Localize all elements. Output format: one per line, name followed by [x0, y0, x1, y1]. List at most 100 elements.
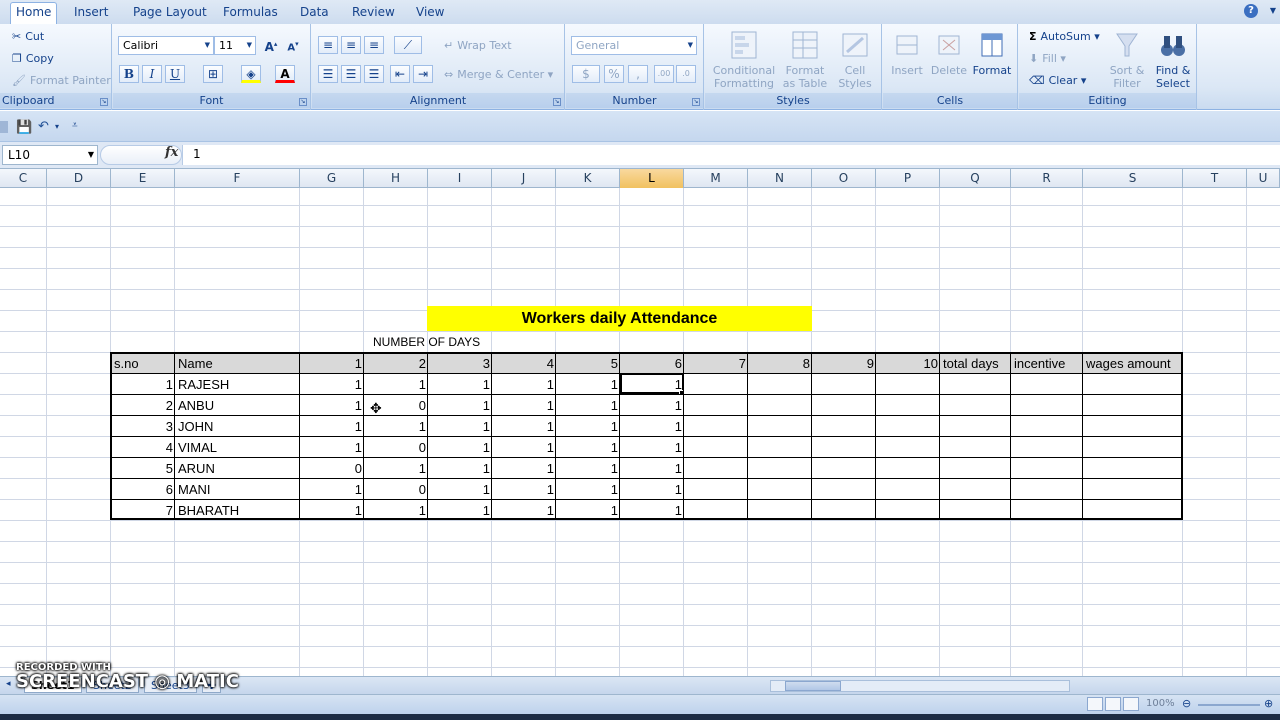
table-cell-name[interactable]: MANI	[175, 479, 300, 500]
table-cell-day[interactable]: 1	[620, 416, 684, 437]
column-header-s[interactable]: S	[1083, 169, 1183, 188]
font-name-combo[interactable]: Calibri ▼	[118, 36, 214, 55]
table-cell-day[interactable]: 0	[364, 479, 428, 500]
merge-center-button[interactable]: ⇔ Merge & Center ▾	[444, 68, 553, 82]
table-cell-day[interactable]: 1	[492, 479, 556, 500]
table-cell-day[interactable]: 1	[556, 479, 620, 500]
shrink-font-button[interactable]: A▾	[283, 36, 303, 54]
table-header-cell[interactable]: total days	[940, 353, 1011, 374]
alignment-launcher-icon[interactable]: ↘	[553, 98, 561, 106]
table-cell-name[interactable]: ARUN	[175, 458, 300, 479]
align-middle-icon[interactable]: ≡	[341, 36, 361, 54]
table-header-cell[interactable]: Name	[175, 353, 300, 374]
table-cell-day[interactable]: 1	[556, 458, 620, 479]
borders-icon[interactable]: ⊞	[203, 65, 223, 83]
table-cell-name[interactable]: JOHN	[175, 416, 300, 437]
table-header-cell[interactable]: 4	[492, 353, 556, 374]
table-cell-day[interactable]: 1	[428, 395, 492, 416]
table-cell-sno[interactable]: 6	[111, 479, 175, 500]
table-cell-day[interactable]: 1	[620, 458, 684, 479]
help-icon[interactable]: ?	[1244, 4, 1258, 18]
tab-data[interactable]: Data	[300, 4, 329, 24]
table-cell-day[interactable]: 1	[300, 479, 364, 500]
table-cell-day[interactable]: 1	[364, 458, 428, 479]
column-header-r[interactable]: R	[1011, 169, 1083, 188]
table-cell-day[interactable]: 1	[428, 437, 492, 458]
underline-button[interactable]: U	[165, 65, 185, 83]
tab-formulas[interactable]: Formulas	[223, 4, 278, 24]
ribbon-minimize-icon[interactable]: ▼	[1270, 6, 1276, 15]
font-launcher-icon[interactable]: ↘	[299, 98, 307, 106]
percent-button[interactable]: %	[604, 65, 624, 83]
table-cell-day[interactable]: 1	[620, 479, 684, 500]
table-cell-day[interactable]: 1	[364, 374, 428, 395]
table-header-cell[interactable]: 6	[620, 353, 684, 374]
tab-view[interactable]: View	[416, 4, 444, 24]
column-header-t[interactable]: T	[1183, 169, 1247, 188]
font-color-icon[interactable]: A	[275, 65, 295, 83]
table-cell-name[interactable]: BHARATH	[175, 500, 300, 521]
comma-button[interactable]: ,	[628, 65, 648, 83]
table-cell-day[interactable]: 1	[428, 479, 492, 500]
clipboard-launcher-icon[interactable]: ↘	[100, 98, 108, 106]
zoom-out-icon[interactable]: ⊖	[1182, 697, 1191, 710]
table-cell-day[interactable]: 1	[556, 416, 620, 437]
table-cell-name[interactable]: RAJESH	[175, 374, 300, 395]
page-layout-view-icon[interactable]	[1105, 697, 1121, 711]
normal-view-icon[interactable]	[1087, 697, 1103, 711]
increase-decimal-icon[interactable]: .00	[654, 65, 674, 83]
number-launcher-icon[interactable]: ↘	[692, 98, 700, 106]
column-header-k[interactable]: K	[556, 169, 620, 188]
table-cell-sno[interactable]: 1	[111, 374, 175, 395]
horizontal-scrollbar[interactable]	[770, 680, 1070, 692]
zoom-slider[interactable]	[1198, 704, 1260, 706]
currency-button[interactable]: $	[572, 65, 600, 83]
number-of-days-label[interactable]: NUMBER OF DAYS	[373, 332, 480, 352]
tab-review[interactable]: Review	[352, 4, 395, 24]
number-format-combo[interactable]: General ▼	[571, 36, 697, 55]
zoom-in-icon[interactable]: ⊕	[1264, 697, 1273, 710]
page-break-view-icon[interactable]	[1123, 697, 1139, 711]
table-header-cell[interactable]: 10	[876, 353, 940, 374]
italic-button[interactable]: I	[142, 65, 162, 83]
format-as-table-button[interactable]: Format as Table	[777, 30, 833, 90]
sort-filter-button[interactable]: Sort & Filter	[1105, 30, 1149, 90]
align-center-icon[interactable]: ☰	[341, 65, 361, 83]
grow-font-button[interactable]: A▴	[261, 36, 281, 54]
copy-button[interactable]: ❐ Copy	[12, 52, 54, 66]
column-header-h[interactable]: H	[364, 169, 428, 188]
table-cell-sno[interactable]: 4	[111, 437, 175, 458]
table-cell-day[interactable]: 1	[556, 374, 620, 395]
column-header-l[interactable]: L	[620, 169, 684, 188]
table-cell-sno[interactable]: 2	[111, 395, 175, 416]
tab-page-layout[interactable]: Page Layout	[133, 4, 207, 24]
fill-handle[interactable]	[679, 390, 685, 396]
table-header-cell[interactable]: 5	[556, 353, 620, 374]
format-cells-button[interactable]: Format	[971, 30, 1013, 77]
table-cell-day[interactable]: 1	[620, 437, 684, 458]
conditional-formatting-button[interactable]: Conditional Formatting	[711, 30, 777, 90]
column-header-g[interactable]: G	[300, 169, 364, 188]
autosum-button[interactable]: Σ AutoSum ▾	[1029, 30, 1100, 44]
undo-dropdown-icon[interactable]: ▾	[55, 122, 59, 131]
table-cell-day[interactable]: 1	[492, 458, 556, 479]
format-painter-button[interactable]: 🖌 Format Painter	[12, 74, 111, 88]
table-cell-day[interactable]: 1	[428, 416, 492, 437]
column-header-p[interactable]: P	[876, 169, 940, 188]
column-header-f[interactable]: F	[175, 169, 300, 188]
table-cell-sno[interactable]: 7	[111, 500, 175, 521]
column-header-i[interactable]: I	[428, 169, 492, 188]
decrease-decimal-icon[interactable]: .0	[676, 65, 696, 83]
table-cell-day[interactable]: 1	[300, 500, 364, 521]
table-cell-day[interactable]: 1	[300, 374, 364, 395]
table-cell-day[interactable]: 1	[364, 500, 428, 521]
column-header-o[interactable]: O	[812, 169, 876, 188]
align-bottom-icon[interactable]: ≡	[364, 36, 384, 54]
table-header-cell[interactable]: 1	[300, 353, 364, 374]
delete-cells-button[interactable]: Delete	[929, 30, 969, 77]
table-cell-name[interactable]: VIMAL	[175, 437, 300, 458]
table-cell-day[interactable]: 1	[620, 374, 684, 395]
column-header-q[interactable]: Q	[940, 169, 1011, 188]
table-cell-day[interactable]: 1	[300, 416, 364, 437]
table-cell-day[interactable]: 1	[556, 395, 620, 416]
